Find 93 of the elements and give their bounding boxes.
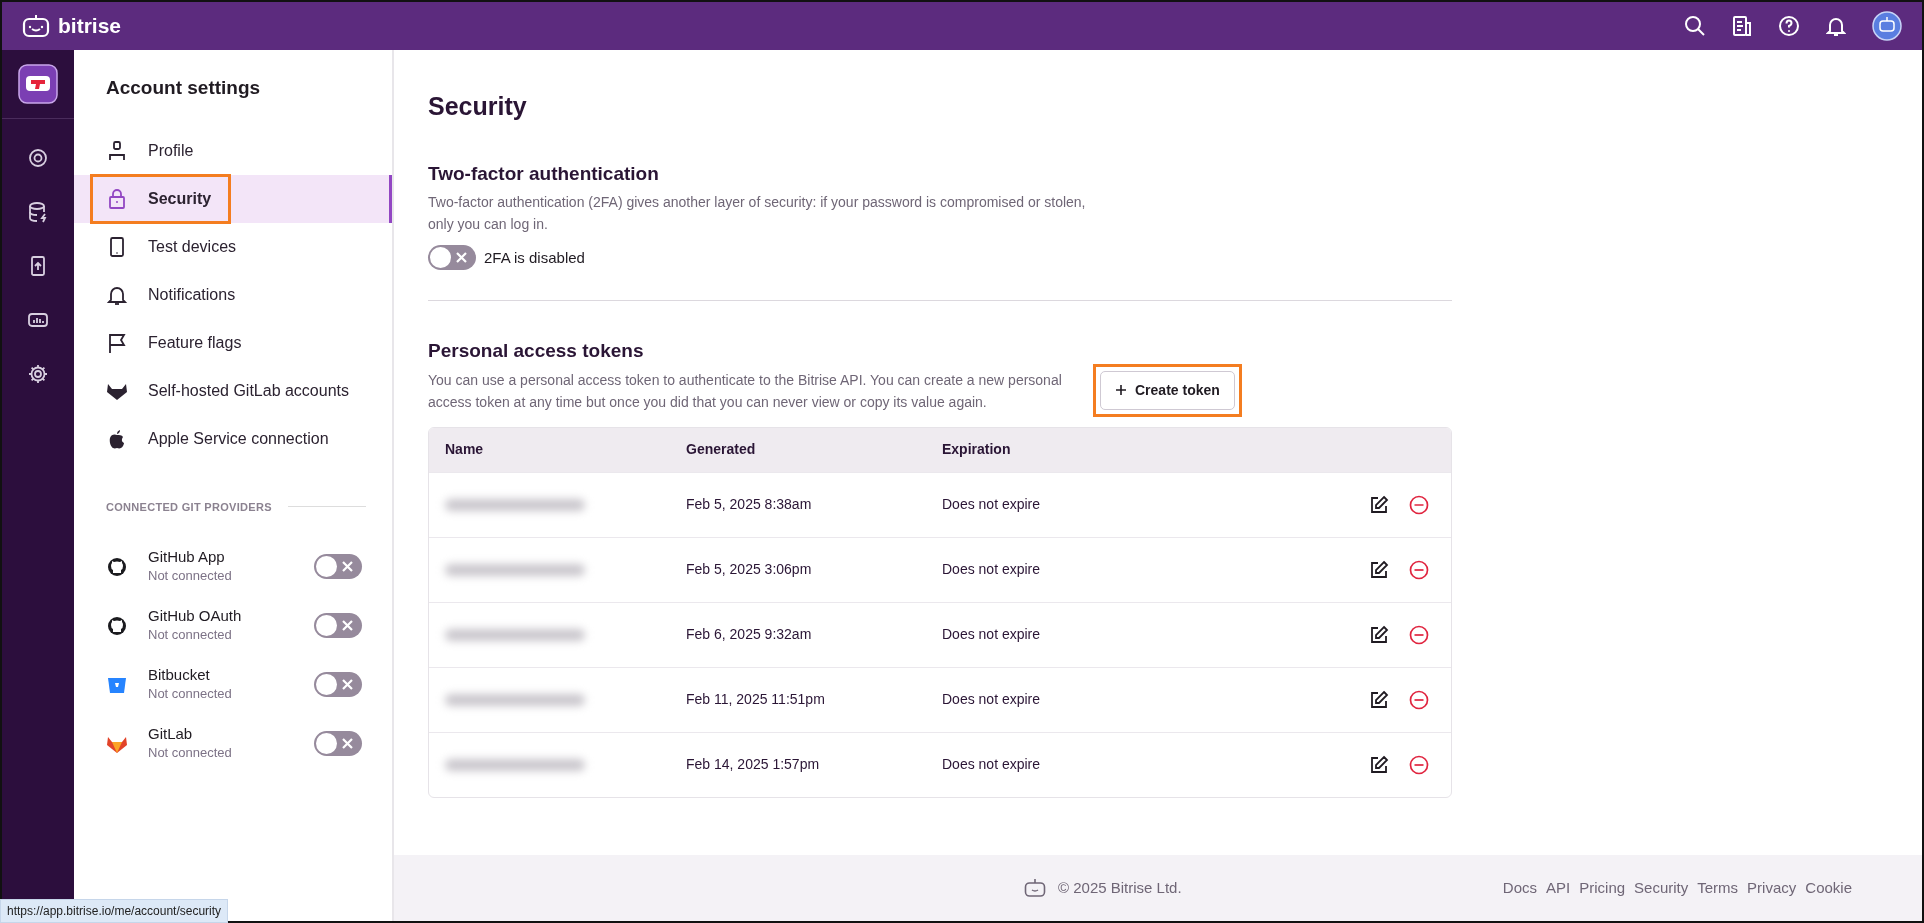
app-logo-icon[interactable] [18,64,58,104]
footer-link[interactable]: Security [1634,876,1689,900]
sidebar-item[interactable]: Test devices [74,222,392,271]
sidebar-item[interactable]: Apple Service connection [74,414,392,463]
table-cell-text: Feb 6, 2025 9:32am [686,625,813,645]
sidebar-item[interactable]: Notifications [74,270,392,319]
avatar-icon[interactable] [1872,11,1902,41]
provider-toggle[interactable] [314,672,362,697]
column-header: Expiration [942,440,1012,460]
table-cell-text: Feb 14, 2025 1:57pm [686,755,821,775]
minus-circle-icon [1409,754,1429,775]
minus-circle-icon [1409,559,1429,580]
table-cell-text: Feb 11, 2025 11:51pm [686,690,826,710]
edit-icon [1369,559,1389,580]
edit-button[interactable] [1369,494,1389,515]
footer-link[interactable]: Terms [1697,876,1739,900]
edit-button[interactable] [1369,754,1389,775]
lock-icon [106,187,128,210]
delete-button[interactable] [1409,754,1429,775]
provider-status: Not connected [148,684,233,703]
provider-status: Not connected [148,625,233,644]
create-token-button[interactable]: Create token [1100,370,1235,410]
footer-link[interactable]: Pricing [1579,876,1626,900]
cat-logo-icon [106,614,128,637]
table-cell-text: Feb 5, 2025 3:06pm [686,560,813,580]
column-header: Name [444,440,485,460]
provider-toggle[interactable] [314,613,362,638]
toggle-switch[interactable] [428,245,476,271]
provider-status: Not connected [148,743,233,762]
edit-icon [1369,624,1389,645]
cross-icon [341,678,354,691]
robot-logo-icon [1024,879,1046,897]
edit-icon [1369,689,1389,710]
minus-circle-icon [1409,494,1429,515]
sidebar-item[interactable]: Security [74,174,392,223]
provider-toggle[interactable] [314,731,362,756]
provider-name: GitHub App [148,547,226,566]
copyright-text: © 2025 Bitrise Ltd. [1058,877,1182,898]
delete-button[interactable] [1409,559,1429,580]
edit-button[interactable] [1369,624,1389,645]
minus-circle-icon [1409,689,1429,710]
toggle-label: 2FA is disabled [484,247,585,268]
sidebar-item[interactable]: Profile [74,126,392,175]
edit-icon [1369,494,1389,515]
table-cell-text: Does not expire [942,495,1042,515]
table-cell-text: Does not expire [942,755,1042,775]
minus-circle-icon [1409,624,1429,645]
cat-logo-icon [106,555,128,578]
delete-button[interactable] [1409,494,1429,515]
cross-icon [455,251,468,265]
help-icon[interactable] [1778,15,1800,37]
sidebar-title: Account settings [106,76,262,100]
cross-icon [341,619,354,632]
cross-icon [341,560,354,573]
footer-link[interactable]: Cookie [1805,876,1852,900]
section-description: You can use a personal access token to authenticate to the Bitrise API. You can create a new personal access token at any time but once you did that you can never view or copy its value again. [428,370,1063,412]
footer-link[interactable]: Docs [1502,876,1538,900]
provider-name: GitHub OAuth [148,606,243,625]
provider-status: Not connected [148,566,233,585]
edit-button[interactable] [1369,559,1389,580]
edit-icon [1369,754,1389,775]
page-title: Security [428,91,528,122]
bell-icon[interactable] [1826,15,1846,37]
document-icon[interactable] [1732,15,1752,37]
table-cell-text: Does not expire [942,560,1042,580]
delete-button[interactable] [1409,624,1429,645]
section-label: CONNECTED GIT PROVIDERS [106,499,272,515]
sidebar-item[interactable]: Feature flags [74,318,392,367]
provider-toggle[interactable] [314,554,362,579]
provider-name: Bitbucket [148,665,211,684]
edit-button[interactable] [1369,689,1389,710]
footer-link[interactable]: Privacy [1747,876,1797,900]
table-cell-text: Feb 5, 2025 8:38am [686,495,813,515]
column-header: Generated [686,440,757,460]
brand-name[interactable]: bitrise [58,10,122,42]
delete-button[interactable] [1409,689,1429,710]
settings-icon[interactable] [27,363,49,385]
footer-link[interactable]: API [1546,876,1571,900]
section-heading: Two-factor authentication [428,161,660,186]
section-heading: Personal access tokens [428,339,645,364]
plus-icon [1115,384,1127,397]
table-cell-text: Does not expire [942,690,1042,710]
flag-icon [106,331,128,354]
person-icon [106,139,128,162]
search-icon[interactable] [1684,15,1706,37]
database-icon[interactable] [27,201,49,223]
cross-icon [341,737,354,750]
section-description: Two-factor authentication (2FA) gives another layer of security: if your password is compromised or stolen, only you can log in. [428,193,1087,234]
provider-name: GitLab [148,724,194,743]
robot-logo-icon [22,14,50,38]
status-url: https://app.bitrise.io/me/account/security [0,899,229,923]
table-cell-text: Does not expire [942,625,1042,645]
sidebar-item[interactable]: Self-hosted GitLab accounts [74,366,392,415]
